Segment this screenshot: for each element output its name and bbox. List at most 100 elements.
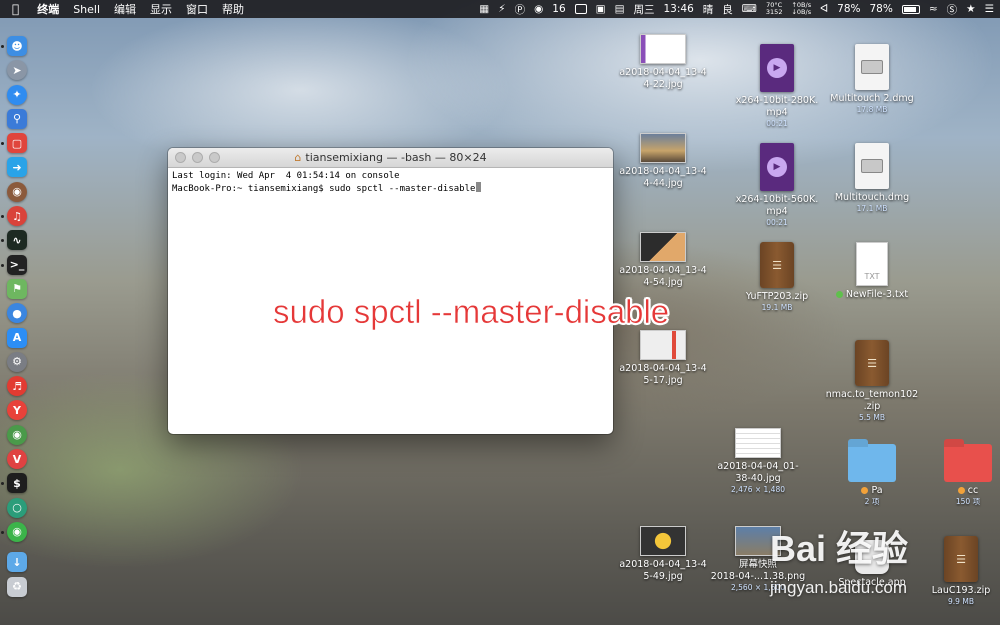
battery-percent-2[interactable]: 78% xyxy=(870,3,893,15)
bluetooth-icon[interactable]: ᐊ xyxy=(820,3,828,15)
image-thumbnail-icon xyxy=(640,133,686,163)
yandex-icon[interactable]: Y xyxy=(7,400,27,421)
safari-icon[interactable]: ✦ xyxy=(7,84,27,105)
temp-readout[interactable]: 70°C 3152 xyxy=(766,2,783,16)
clock-weekday[interactable]: 周三 xyxy=(633,2,654,17)
desktop-file-lauc-zip[interactable]: ☰ LauC193.zip 9.9 MB xyxy=(913,536,1000,607)
zip-archive-icon: ☰ xyxy=(855,340,889,386)
migration-icon[interactable]: ➜ xyxy=(7,157,27,178)
zip-archive-icon: ☰ xyxy=(944,536,978,582)
basketball-icon[interactable]: ◉ xyxy=(7,181,27,202)
app-green-icon[interactable]: ○ xyxy=(7,497,27,518)
desktop-file-screenshot-6[interactable]: a2018-04-04_13-4 5-49.jpg xyxy=(615,526,711,583)
shell-prompt: MacBook-Pro:~ tiansemixiang$ xyxy=(172,184,330,194)
trash-icon[interactable]: ♻ xyxy=(7,576,27,597)
display-icon[interactable] xyxy=(574,4,587,14)
downloads-folder-icon[interactable]: ↓ xyxy=(7,552,27,573)
desktop-file-screenshot-3[interactable]: a2018-04-04_13-4 4-54.jpg xyxy=(615,232,711,289)
desktop-file-temon-zip[interactable]: ☰ nmac.to_temon102 .zip 5.5 MB xyxy=(824,340,920,423)
keyboard-icon[interactable]: ⌨ xyxy=(742,3,757,15)
close-button[interactable] xyxy=(175,152,186,163)
terminal-title: tiansemixiang — -bash — 80×24 xyxy=(305,151,487,164)
network-readout[interactable]: ↑0B/s ↓0B/s xyxy=(791,2,811,16)
preview-icon[interactable]: ⚲ xyxy=(7,108,27,129)
desktop-folder-pa[interactable]: Pa 2 项 xyxy=(824,444,920,507)
list-menu-icon[interactable]: ☰ xyxy=(985,3,994,15)
air-quality-text[interactable]: 良 xyxy=(722,2,733,17)
chrome-icon[interactable]: ◉ xyxy=(7,424,27,445)
desktop-file-yuftp-zip[interactable]: ☰ YuFTP203.zip 19.1 MB xyxy=(729,242,825,313)
zoom-button[interactable] xyxy=(209,152,220,163)
p-app-icon[interactable]: Ⓟ xyxy=(515,2,526,17)
app-store-icon[interactable]: A xyxy=(7,327,27,348)
zip-archive-icon: ☰ xyxy=(760,242,794,288)
vivaldi-icon[interactable]: V xyxy=(7,449,27,470)
image-thumbnail-icon xyxy=(640,232,686,262)
video-file-icon: ▶ xyxy=(760,143,794,191)
clock-time[interactable]: 13:46 xyxy=(663,3,693,15)
mission-icon[interactable]: ▣ xyxy=(596,3,606,15)
menu-app[interactable]: 终端 xyxy=(37,1,59,17)
launchpad-icon[interactable]: ➤ xyxy=(7,60,27,81)
home-folder-icon: ⌂ xyxy=(294,151,302,164)
desktop-file-screenshot-4[interactable]: a2018-04-04_13-4 5-17.jpg xyxy=(615,330,711,387)
menu-view[interactable]: 显示 xyxy=(150,1,172,17)
terminal-output[interactable]: Last login: Wed Apr 4 01:54:14 on consol… xyxy=(168,168,613,198)
image-thumbnail-icon xyxy=(640,34,686,64)
desktop-file-screenshot-1[interactable]: a2018-04-04_13-4 4-22.jpg xyxy=(615,34,711,91)
text-file-icon: TXT xyxy=(856,242,888,286)
folder-icon xyxy=(848,444,896,482)
menu-window[interactable]: 窗口 xyxy=(186,1,208,17)
desktop-file-screenshot-5[interactable]: a2018-04-04_01- 38-40.jpg 2,476 × 1,480 xyxy=(710,428,806,495)
menu-edit[interactable]: 编辑 xyxy=(114,1,136,17)
typed-command: sudo spctl --master-disable xyxy=(329,184,476,194)
terminal-titlebar[interactable]: ⌂ tiansemixiang — -bash — 80×24 xyxy=(168,148,613,168)
menu-bar:  终端 Shell 编辑 显示 窗口 帮助 ▦ ⚡ Ⓟ ◉ 16 ▣ ▤ 周三… xyxy=(0,0,1000,18)
activity-monitor-icon[interactable]: ∿ xyxy=(1,230,27,251)
command-overlay-caption: sudo spctl --master-disable xyxy=(273,293,670,331)
desktop-file-multitouch-dmg[interactable]: Multitouch.dmg 17.1 MB xyxy=(824,143,920,214)
doc-icon[interactable]: ▤ xyxy=(615,3,625,15)
baidu-watermark-logo: Bai 经验 xyxy=(770,528,909,569)
grid-app-icon[interactable]: ▦ xyxy=(479,3,489,15)
desktop-file-multitouch-2-dmg[interactable]: Multitouch 2.dmg 17.8 MB xyxy=(824,44,920,115)
image-thumbnail-icon xyxy=(640,330,686,360)
terminal-icon[interactable]: >_ xyxy=(1,254,27,275)
menu-help[interactable]: 帮助 xyxy=(222,1,244,17)
iterm-icon[interactable]: $ xyxy=(1,473,27,494)
battery-icon[interactable] xyxy=(901,4,920,14)
desktop-folder-cc[interactable]: cc 150 项 xyxy=(920,444,1000,507)
battery-percent-1[interactable]: 78% xyxy=(837,3,860,15)
finder-icon[interactable]: ☻ xyxy=(1,36,27,56)
star-icon[interactable]: ★ xyxy=(966,3,975,15)
dock: ☻ ➤ ✦ ⚲ ▢ ➜ ◉ ♫ ∿ >_ ⚑ ● A ⚙ ♬ Y ◉ V $ ○… xyxy=(1,36,32,597)
disk-image-icon xyxy=(855,44,889,90)
desktop-file-video-560k[interactable]: ▶ x264-10bit-560K. mp4 00:21 xyxy=(729,143,825,228)
netease-icon[interactable]: ♬ xyxy=(7,376,27,397)
menu-shell[interactable]: Shell xyxy=(73,3,100,16)
siri-icon[interactable]: ● xyxy=(7,303,27,324)
calendar-app-icon[interactable]: ▢ xyxy=(1,133,27,154)
s-app-icon[interactable]: Ⓢ xyxy=(947,2,958,17)
wifi-icon[interactable]: ≈ xyxy=(929,3,938,15)
weather-text[interactable]: 晴 xyxy=(703,2,714,17)
wechat-dock-icon[interactable]: ◉ xyxy=(1,521,27,542)
maps-icon[interactable]: ⚑ xyxy=(7,278,27,299)
minimize-button[interactable] xyxy=(192,152,203,163)
terminal-window[interactable]: ⌂ tiansemixiang — -bash — 80×24 Last logi… xyxy=(168,148,613,434)
netease-music-icon[interactable]: ♫ xyxy=(1,206,27,227)
desktop-file-video-280k[interactable]: ▶ x264-10bit-280K. mp4 00:21 xyxy=(729,44,825,129)
wechat-icon[interactable]: ◉ xyxy=(534,3,543,15)
bolt-icon[interactable]: ⚡ xyxy=(498,3,505,15)
green-tag-icon xyxy=(835,291,843,298)
apple-menu-icon[interactable]:  xyxy=(12,2,19,16)
desktop-file-screenshot-2[interactable]: a2018-04-04_13-4 4-44.jpg xyxy=(615,133,711,190)
orange-tag-icon xyxy=(861,487,869,494)
desktop-file-newfile-txt[interactable]: TXT NewFile-3.txt xyxy=(824,242,920,301)
last-login-line: Last login: Wed Apr 4 01:54:14 on consol… xyxy=(172,171,400,181)
system-preferences-icon[interactable]: ⚙ xyxy=(7,351,27,372)
disk-image-icon xyxy=(855,143,889,189)
folder-icon xyxy=(944,444,992,482)
image-thumbnail-icon xyxy=(735,428,781,458)
image-thumbnail-icon xyxy=(640,526,686,556)
